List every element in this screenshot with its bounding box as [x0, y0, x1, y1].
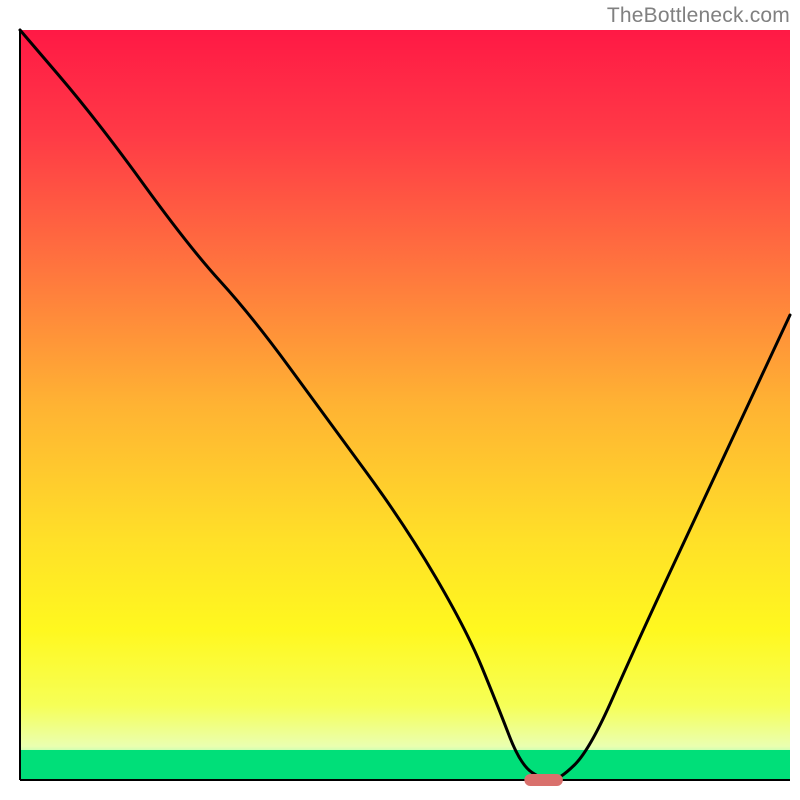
plot-svg	[0, 0, 800, 800]
gradient-background	[20, 30, 790, 780]
green-band	[20, 750, 790, 780]
optimum-marker	[524, 774, 563, 786]
bottleneck-chart: TheBottleneck.com	[0, 0, 800, 800]
watermark-text: TheBottleneck.com	[607, 4, 790, 28]
